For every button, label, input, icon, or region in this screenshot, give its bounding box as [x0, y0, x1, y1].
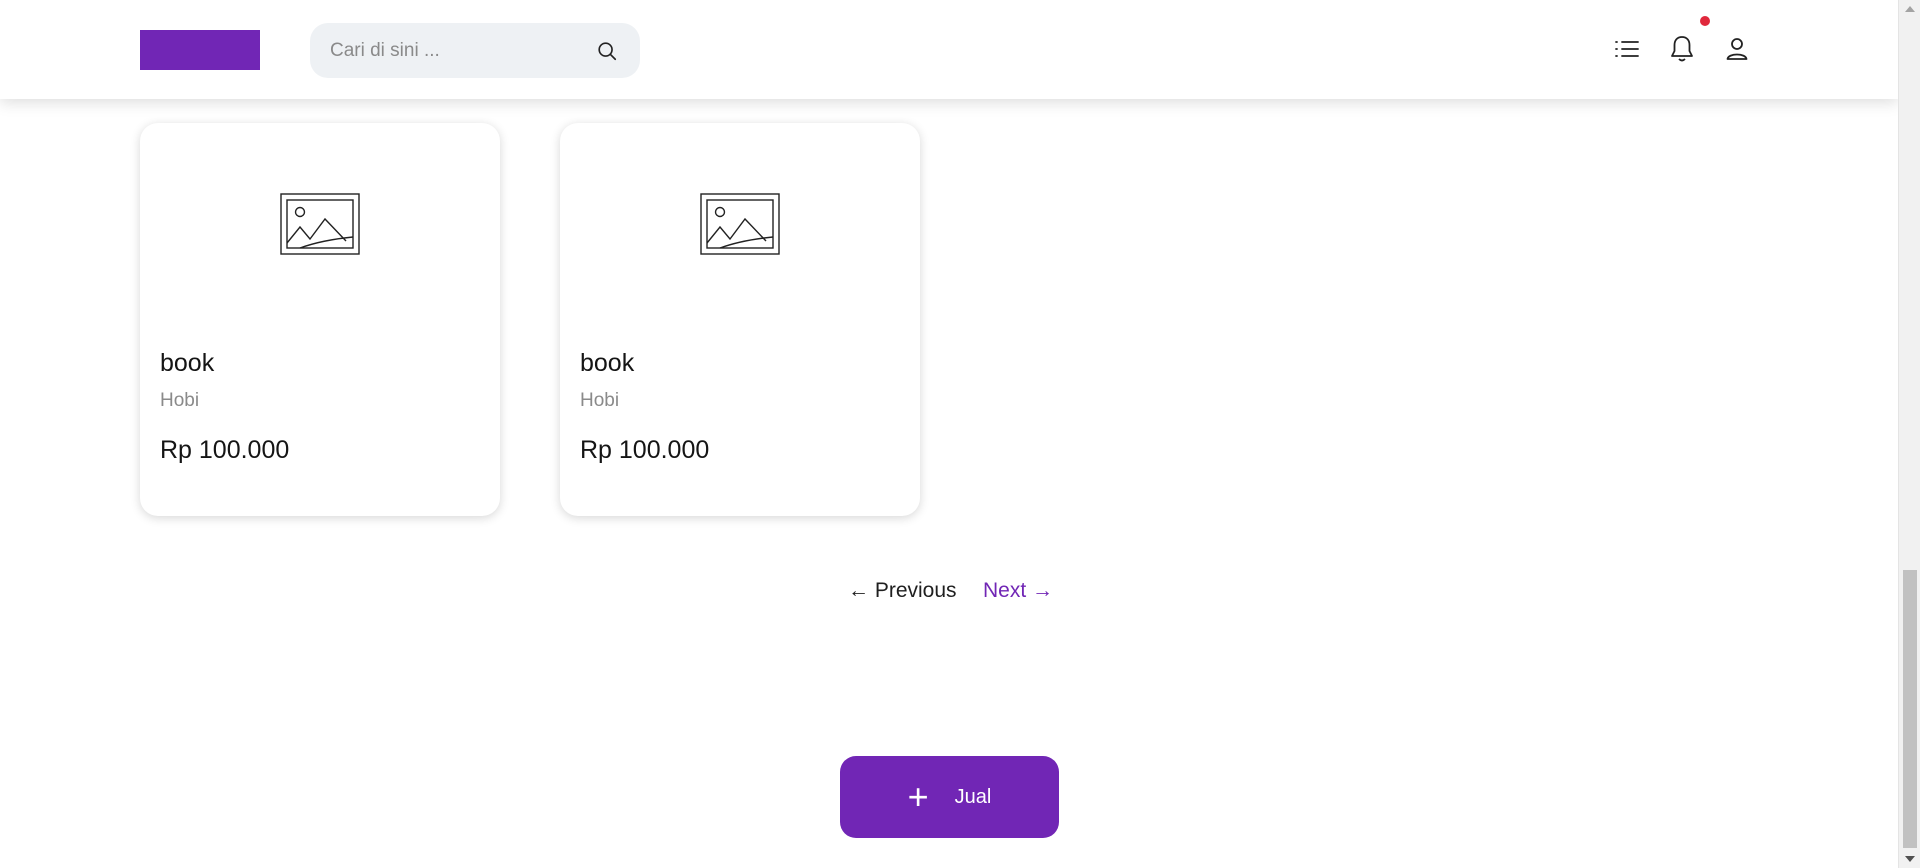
notification-dot — [1700, 16, 1710, 26]
plus-icon: + — [907, 776, 929, 817]
image-placeholder-icon — [280, 193, 360, 255]
search-bar — [310, 23, 640, 78]
page: book Hobi Rp 100.000 book Hobi Rp 100.00… — [0, 0, 1898, 868]
search-icon[interactable] — [594, 38, 620, 64]
search-input[interactable] — [330, 39, 594, 62]
product-category: Hobi — [580, 390, 620, 411]
next-page-link[interactable]: Next → — [983, 579, 1053, 603]
product-price: Rp 100.000 — [580, 436, 710, 464]
bell-icon[interactable] — [1665, 32, 1699, 66]
sell-button-label: Jual — [954, 785, 992, 808]
scroll-up-arrow-icon[interactable] — [1905, 6, 1915, 12]
product-category: Hobi — [160, 390, 200, 411]
user-icon[interactable] — [1720, 32, 1754, 66]
vertical-scrollbar[interactable] — [1898, 0, 1920, 868]
product-card[interactable]: book Hobi Rp 100.000 — [140, 123, 500, 516]
list-icon[interactable] — [1610, 32, 1644, 66]
image-placeholder-icon — [700, 193, 780, 255]
sell-button[interactable]: + Jual — [840, 756, 1059, 838]
logo[interactable] — [140, 30, 260, 70]
product-price: Rp 100.000 — [160, 436, 290, 464]
previous-page-link[interactable]: ← Previous — [848, 579, 957, 603]
product-card[interactable]: book Hobi Rp 100.000 — [560, 123, 920, 516]
top-navbar — [0, 0, 1898, 99]
scrollbar-thumb[interactable] — [1903, 570, 1917, 848]
product-name: book — [580, 349, 635, 377]
product-name: book — [160, 349, 215, 377]
scroll-down-arrow-icon[interactable] — [1905, 856, 1915, 862]
